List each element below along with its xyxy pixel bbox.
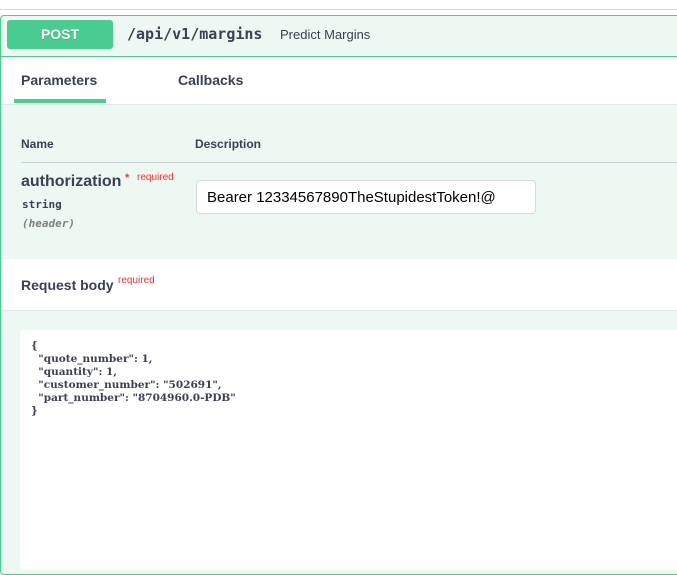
method-badge: POST xyxy=(7,20,113,49)
parameter-name: authorization xyxy=(21,173,122,190)
tab-bar: Parameters Callbacks xyxy=(1,57,677,105)
tab-parameters[interactable]: Parameters xyxy=(21,72,97,88)
header-divider xyxy=(21,162,677,163)
parameter-location: (header) xyxy=(22,217,75,230)
operation-summary[interactable]: POST /api/v1/margins Predict Margins xyxy=(0,15,677,57)
required-label: required xyxy=(137,172,174,183)
active-tab-indicator xyxy=(14,99,106,103)
operation-path: /api/v1/margins xyxy=(127,25,263,43)
request-body-title: Request body xyxy=(21,277,114,293)
required-star: * xyxy=(125,172,130,184)
request-body-section: { "quote_number": 1, "quantity": 1, "cus… xyxy=(1,311,677,570)
column-header-description: Description xyxy=(195,137,262,151)
authorization-input[interactable] xyxy=(196,180,536,214)
top-divider xyxy=(0,9,677,10)
parameter-type: string xyxy=(22,198,62,211)
column-header-name: Name xyxy=(21,137,54,151)
tab-callbacks[interactable]: Callbacks xyxy=(178,72,243,88)
parameters-section: Name Description authorization * require… xyxy=(1,105,677,259)
operation-summary-text: Predict Margins xyxy=(280,27,371,42)
request-body-required-label: required xyxy=(118,275,155,286)
request-body-editor[interactable]: { "quote_number": 1, "quantity": 1, "cus… xyxy=(20,330,677,570)
request-body-header: Request body required xyxy=(1,259,677,311)
